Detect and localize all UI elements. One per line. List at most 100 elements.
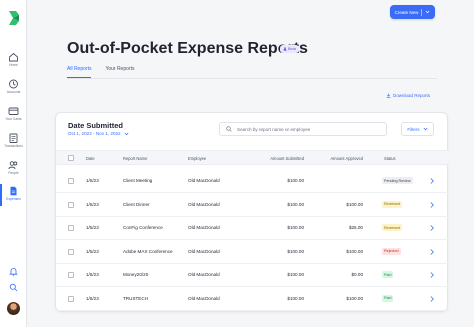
column-header-report-name[interactable]: Report Name — [123, 156, 147, 161]
row-checkbox[interactable] — [68, 225, 74, 231]
home-icon — [9, 52, 18, 62]
status-badge: Paid — [382, 271, 394, 278]
cell-report-name: Adobe MAX Conference — [123, 248, 173, 254]
column-header-date[interactable]: Date — [86, 156, 95, 161]
row-checkbox[interactable] — [68, 201, 74, 208]
beta-badge: Beta — [280, 45, 299, 53]
cell-report-name: Money20/20 — [123, 272, 149, 277]
chevron-right-icon[interactable] — [429, 224, 435, 232]
table-row[interactable]: 1/5/23 Client Dinner Old MacDonald $100.00 $… — [56, 194, 449, 217]
cell-amount-submitted: $100.00 — [287, 225, 304, 230]
row-checkbox[interactable] — [68, 178, 74, 184]
sidebar-item-people[interactable]: People — [0, 160, 27, 186]
accounts-icon — [9, 79, 18, 89]
column-header-employee[interactable]: Employee — [188, 156, 206, 161]
sidebar-item-accounts[interactable]: Accounts — [0, 79, 27, 105]
download-icon — [386, 93, 391, 98]
table-row[interactable]: 1/5/23 Client Meeting Old MacDonald $100.00… — [56, 170, 449, 193]
row-checkbox[interactable] — [68, 248, 74, 255]
table-row[interactable]: 1/5/23 TRUSTECH Old MacDonald $100.00 $100.0… — [56, 288, 449, 311]
active-indicator — [0, 184, 2, 206]
row-checkbox[interactable] — [68, 295, 74, 302]
column-header-amount-submitted[interactable]: Amount Submitted — [256, 156, 304, 161]
column-header-status[interactable]: Status — [384, 156, 396, 161]
cell-report-name: TRUSTECH — [123, 295, 149, 301]
cell-amount-submitted: $100.00 — [287, 272, 304, 277]
cell-report-name: Client Dinner — [123, 201, 150, 207]
cell-amount-approved: $25.00 — [348, 225, 363, 230]
sidebar-item-label: Your Cards — [5, 117, 22, 121]
chevron-right-icon[interactable] — [429, 201, 435, 209]
reports-card: Date Submitted Oct 1, 2022 - Nov 1, 2022… — [55, 112, 449, 312]
tabs-divider — [67, 78, 437, 79]
expenses-icon — [10, 186, 17, 196]
tab-all-reports[interactable]: All Reports — [67, 66, 92, 78]
cell-amount-approved: $100.00 — [346, 248, 363, 254]
download-reports-label: Download Reports — [393, 93, 431, 98]
create-new-label: Create New — [394, 9, 419, 15]
avatar[interactable] — [7, 302, 20, 315]
cards-icon — [8, 107, 19, 115]
cell-employee: Old MacDonald — [188, 225, 220, 230]
status-badge: Paid — [382, 294, 394, 302]
date-range-label: Oct 1, 2022 - Nov 1, 2022 — [68, 131, 121, 136]
sidebar-item-label: Transactions — [4, 144, 23, 148]
divider — [421, 8, 423, 16]
cell-date: 1/5/23 — [86, 201, 99, 207]
page-title: Out-of-Pocket Expense Reports — [67, 40, 308, 57]
sidebar-item-your-cards[interactable]: Your Cards — [0, 106, 27, 132]
search-icon[interactable] — [9, 283, 18, 292]
sidebar-item-home[interactable]: Home — [0, 52, 27, 78]
sidebar-item-label: Expenses — [6, 197, 21, 201]
table-row[interactable]: 1/5/23 Money20/20 Old MacDonald $100.00 $0.0… — [56, 264, 449, 287]
chevron-right-icon[interactable] — [429, 271, 435, 279]
flask-icon — [283, 47, 287, 51]
chevron-down-icon — [423, 127, 428, 131]
tab-your-reports[interactable]: Your Reports — [105, 66, 134, 78]
report-tabs: All Reports Your Reports — [67, 66, 134, 78]
cell-amount-submitted: $100.00 — [287, 178, 304, 183]
status-badge: Rejected — [382, 247, 401, 255]
filters-button[interactable]: Filters — [401, 122, 434, 136]
cell-amount-approved: $0.00 — [351, 272, 364, 277]
sidebar-item-transactions[interactable]: Transactions — [0, 133, 27, 159]
cell-report-name: ConFig Conference — [123, 225, 163, 230]
sidebar-item-label: Accounts — [6, 90, 21, 94]
sidebar-item-label: Home — [9, 63, 18, 67]
chevron-right-icon[interactable] — [429, 248, 435, 256]
cell-amount-approved: $100.00 — [346, 295, 363, 301]
chevron-right-icon[interactable] — [429, 295, 435, 303]
cell-employee: Old MacDonald — [188, 201, 220, 207]
cell-employee: Old MacDonald — [188, 272, 220, 277]
chevron-right-icon[interactable] — [429, 177, 435, 185]
brand-logo[interactable] — [7, 10, 21, 26]
date-range-picker[interactable]: Oct 1, 2022 - Nov 1, 2022 — [68, 131, 129, 136]
row-checkbox[interactable] — [68, 272, 74, 278]
select-all-checkbox[interactable] — [68, 155, 74, 161]
cell-amount-submitted: $100.00 — [287, 295, 304, 301]
date-filter-title: Date Submitted — [68, 121, 124, 130]
sidebar-item-expenses[interactable]: Expenses — [0, 186, 27, 212]
column-header-amount-approved[interactable]: Amount Approved — [314, 156, 363, 161]
cell-date: 1/5/23 — [86, 178, 99, 183]
sidebar-item-label: People — [8, 171, 19, 175]
cell-date: 1/5/23 — [86, 272, 99, 277]
table-row[interactable]: 1/5/23 ConFig Conference Old MacDonald $100… — [56, 217, 449, 240]
search-input[interactable] — [237, 126, 377, 132]
download-reports-link[interactable]: Download Reports — [386, 93, 430, 98]
bell-icon[interactable] — [9, 267, 18, 276]
cell-amount-submitted: $100.00 — [287, 201, 304, 207]
cell-employee: Old MacDonald — [188, 295, 220, 301]
cell-date: 1/5/23 — [86, 295, 99, 301]
chevron-down-icon — [425, 10, 430, 14]
cell-date: 1/5/23 — [86, 225, 99, 230]
table-header: Date Report Name Employee Amount Submitt… — [56, 150, 449, 165]
cell-date: 1/5/23 — [86, 248, 99, 254]
table-row[interactable]: 1/5/23 Adobe MAX Conference Old MacDonald $… — [56, 241, 449, 264]
cell-amount-submitted: $100.00 — [287, 248, 304, 254]
cell-report-name: Client Meeting — [123, 178, 153, 183]
create-new-button[interactable]: Create New — [390, 5, 435, 19]
chevron-down-icon — [124, 132, 129, 135]
transactions-icon — [9, 133, 18, 143]
beta-label: Beta — [288, 47, 296, 51]
